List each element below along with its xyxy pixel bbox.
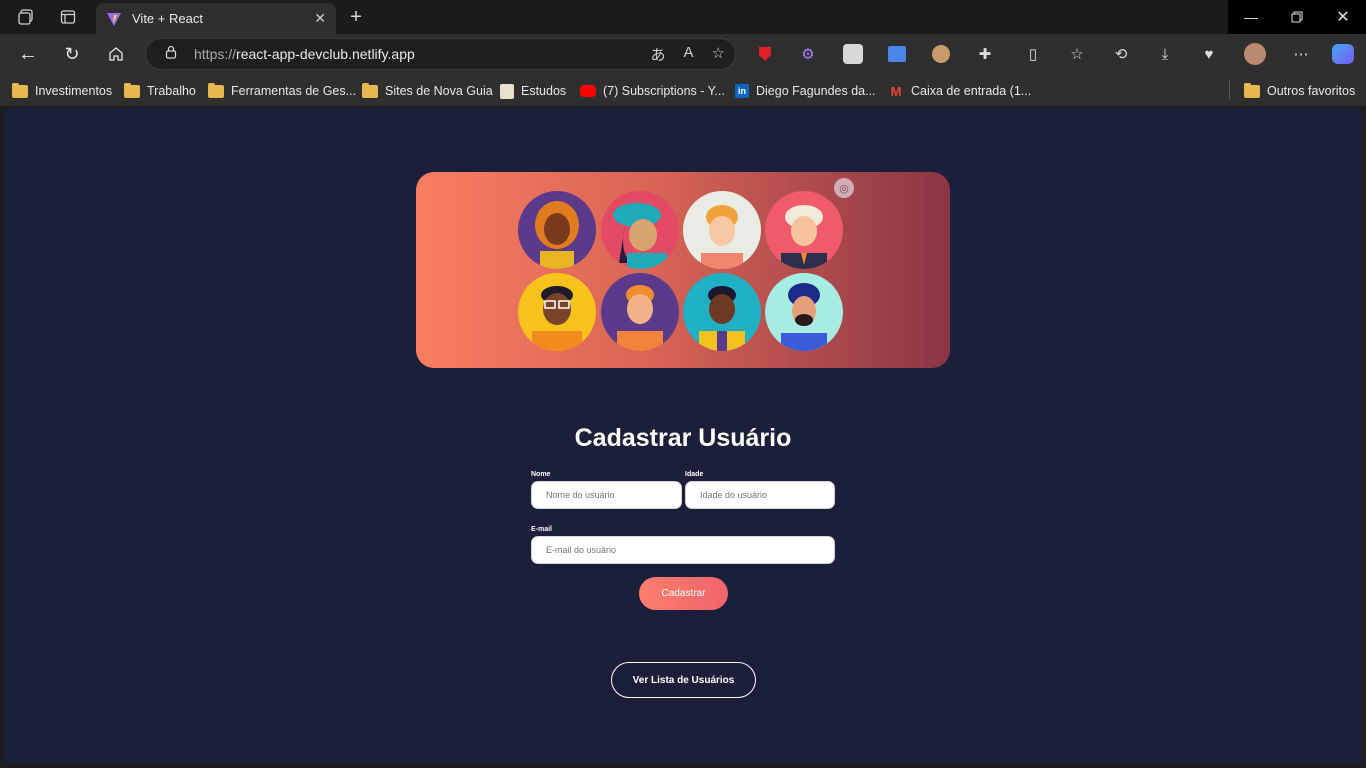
downloads-icon[interactable]: ⤓ xyxy=(1154,43,1176,65)
browser-tab-bar: Vite + React ✕ + — ✕ xyxy=(0,0,1366,34)
extension-gear-icon[interactable]: ⚙ xyxy=(797,43,819,65)
gmail-icon: M xyxy=(890,83,902,99)
bookmark-linkedin[interactable]: in Diego Fagundes da... xyxy=(735,82,876,100)
avatar-illustration xyxy=(765,273,843,351)
bookmark-youtube-subscriptions[interactable]: (7) Subscriptions - Y... xyxy=(580,82,725,100)
bookmark-label: Caixa de entrada (1... xyxy=(911,84,1032,98)
extension-face-icon[interactable] xyxy=(930,43,952,65)
name-label: Nome xyxy=(531,471,551,478)
workspaces-icon[interactable] xyxy=(9,0,43,34)
avatar-illustration xyxy=(601,191,679,269)
avatar-illustration xyxy=(683,191,761,269)
profile-avatar[interactable] xyxy=(1244,43,1266,65)
hero-banner: ◎ xyxy=(416,172,950,368)
extension-red-shield-icon[interactable] xyxy=(754,43,776,65)
url-protocol: https:// xyxy=(194,46,237,62)
folder-icon xyxy=(1244,82,1260,98)
history-icon[interactable]: ⟲ xyxy=(1110,43,1132,65)
bookmark-label: Diego Fagundes da... xyxy=(756,84,876,98)
view-users-list-button[interactable]: Ver Lista de Usuários xyxy=(611,662,756,698)
bookmark-sites-nova-guia[interactable]: Sites de Nova Guia xyxy=(362,82,493,100)
split-screen-icon[interactable]: ▯ xyxy=(1022,43,1044,65)
restore-icon[interactable] xyxy=(1274,0,1320,34)
back-icon[interactable]: ← xyxy=(13,40,43,68)
bookmark-ferramentas[interactable]: Ferramentas de Ges... xyxy=(208,82,356,100)
google-translate-icon[interactable] xyxy=(886,43,908,65)
bookmark-label: Sites de Nova Guia xyxy=(385,84,493,98)
read-aloud-icon[interactable]: A xyxy=(684,44,694,65)
email-input[interactable] xyxy=(531,536,835,564)
folder-icon xyxy=(124,82,140,98)
home-icon[interactable] xyxy=(101,40,131,68)
bookmark-estudos[interactable]: Estudos xyxy=(500,82,566,100)
browser-toolbar: ← ↻ https://react-app-devclub.netlify.ap… xyxy=(0,34,1366,74)
page-title: Cadastrar Usuário xyxy=(574,424,792,452)
favorite-star-icon[interactable]: ☆ xyxy=(712,44,725,65)
more-options-icon[interactable]: ⋯ xyxy=(1290,43,1312,65)
bookmark-label: Ferramentas de Ges... xyxy=(231,84,357,98)
minimize-icon[interactable]: — xyxy=(1228,0,1274,34)
avatar-illustration xyxy=(518,273,596,351)
browser-essentials-icon[interactable]: ♥ xyxy=(1198,43,1220,65)
address-bar[interactable]: https://react-app-devclub.netlify.app あ … xyxy=(145,38,736,70)
submit-button[interactable]: Cadastrar xyxy=(639,577,728,610)
vite-favicon-icon xyxy=(107,12,121,26)
bookmark-label: Trabalho xyxy=(147,84,196,98)
avatar-illustration xyxy=(683,273,761,351)
folder-icon xyxy=(12,82,28,98)
page-viewport: ◎ Cadastrar Usuário Nome Idade E- xyxy=(4,108,1362,763)
email-label: E-mail xyxy=(531,526,553,533)
bookmark-trabalho[interactable]: Trabalho xyxy=(124,82,196,100)
folder-icon xyxy=(208,82,224,98)
age-input[interactable] xyxy=(685,481,835,509)
linkedin-icon: in xyxy=(735,84,749,98)
close-window-icon[interactable]: ✕ xyxy=(1320,0,1366,34)
copilot-icon[interactable] xyxy=(1332,43,1354,65)
close-tab-icon[interactable]: ✕ xyxy=(314,10,326,27)
tab-actions-icon[interactable] xyxy=(51,0,85,34)
bookmark-investimentos[interactable]: Investimentos xyxy=(12,82,112,100)
lock-icon[interactable] xyxy=(164,45,182,64)
avatar-illustration xyxy=(765,191,843,269)
bookmark-label: (7) Subscriptions - Y... xyxy=(603,84,725,98)
bookmark-gmail[interactable]: M Caixa de entrada (1... xyxy=(888,82,1032,100)
visual-search-icon[interactable]: ◎ xyxy=(834,178,854,198)
extension-square-icon[interactable] xyxy=(842,43,864,65)
notepad-icon xyxy=(500,83,514,99)
active-tab[interactable]: Vite + React ✕ xyxy=(96,3,336,34)
other-favorites[interactable]: Outros favoritos xyxy=(1244,82,1355,100)
avatar-illustration xyxy=(601,273,679,351)
url-text[interactable]: https://react-app-devclub.netlify.app xyxy=(194,46,415,62)
youtube-icon xyxy=(580,85,596,97)
extensions-puzzle-icon[interactable]: ✚ xyxy=(974,43,996,65)
url-host: react-app-devclub.netlify.app xyxy=(236,46,415,62)
bookmark-label: Outros favoritos xyxy=(1267,84,1356,98)
bookmarks-divider xyxy=(1229,80,1230,100)
favorites-icon[interactable]: ☆ xyxy=(1066,43,1088,65)
folder-icon xyxy=(362,82,378,98)
bookmarks-bar: Investimentos Trabalho Ferramentas de Ge… xyxy=(0,74,1366,106)
new-tab-button[interactable]: + xyxy=(344,5,368,29)
name-input[interactable] xyxy=(531,481,682,509)
bookmark-label: Estudos xyxy=(521,84,567,98)
bookmark-label: Investimentos xyxy=(35,84,113,98)
translate-icon[interactable]: あ xyxy=(651,44,666,65)
refresh-icon[interactable]: ↻ xyxy=(57,40,87,68)
age-label: Idade xyxy=(685,471,704,478)
avatar-illustration xyxy=(518,191,596,269)
tab-title: Vite + React xyxy=(132,11,203,26)
